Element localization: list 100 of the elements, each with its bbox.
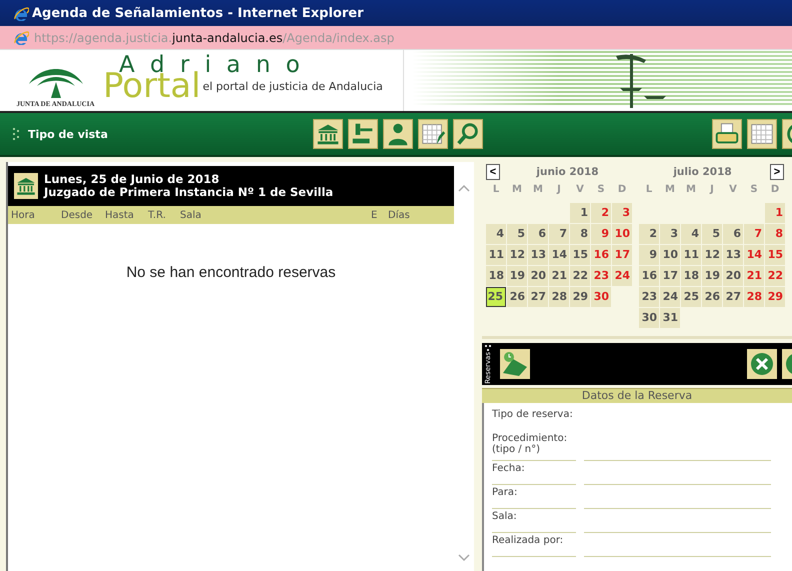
- calendar-day[interactable]: 1: [570, 203, 590, 223]
- calendar-day[interactable]: 29: [765, 287, 785, 307]
- calendar-edit-button[interactable]: [418, 119, 448, 149]
- calendar-day[interactable]: 18: [681, 266, 701, 286]
- calendar-day[interactable]: 5: [702, 224, 722, 244]
- calendar-day[interactable]: 8: [765, 224, 785, 244]
- calendar-day[interactable]: 28: [549, 287, 569, 307]
- calendar-day[interactable]: 19: [702, 266, 722, 286]
- calendar-day[interactable]: 27: [723, 287, 743, 307]
- field-label: Sala:: [492, 511, 518, 522]
- calendar-day[interactable]: 4: [486, 224, 506, 244]
- calendar-day[interactable]: 15: [570, 245, 590, 265]
- calendar-day[interactable]: 22: [570, 266, 590, 286]
- calendar-day[interactable]: 5: [507, 224, 527, 244]
- gavel-button[interactable]: [348, 119, 378, 149]
- window-title: Agenda de Señalamientos - Internet Explorer: [32, 6, 364, 20]
- weekday-label: M: [685, 183, 697, 197]
- column-header: Sala: [180, 210, 202, 220]
- calendar-day[interactable]: 30: [639, 308, 659, 328]
- previous-month-button[interactable]: <: [486, 164, 500, 180]
- weekday-label: L: [644, 183, 654, 197]
- calendar-day[interactable]: 30: [591, 287, 611, 307]
- ticket-icon: [500, 349, 530, 379]
- weekday-label: V: [728, 183, 738, 197]
- calendar-day[interactable]: 6: [723, 224, 743, 244]
- calendar-button[interactable]: [747, 119, 777, 149]
- calendar-day[interactable]: 4: [681, 224, 701, 244]
- calendar-day[interactable]: 27: [528, 287, 548, 307]
- next-month-button[interactable]: >: [770, 164, 784, 180]
- weekday-label: M: [532, 183, 544, 197]
- browser-icon: [14, 6, 29, 20]
- calendar-day[interactable]: 23: [639, 287, 659, 307]
- calendar-day[interactable]: 2: [591, 203, 611, 223]
- browser-icon: [14, 30, 29, 45]
- calendar-day[interactable]: 20: [528, 266, 548, 286]
- calendar-day[interactable]: 22: [765, 266, 785, 286]
- calendar-day[interactable]: 8: [570, 224, 590, 244]
- calendar-day[interactable]: 9: [591, 224, 611, 244]
- calendar-day[interactable]: 11: [681, 245, 701, 265]
- courthouse-button[interactable]: [313, 119, 343, 149]
- calendar-day[interactable]: 9: [639, 245, 659, 265]
- calendar-day[interactable]: 16: [591, 245, 611, 265]
- calendar-day[interactable]: 29: [570, 287, 590, 307]
- person-button[interactable]: [383, 119, 413, 149]
- calendar-day[interactable]: 3: [660, 224, 680, 244]
- calendar-day[interactable]: 24: [612, 266, 632, 286]
- calendar-day[interactable]: 20: [723, 266, 743, 286]
- calendar-day[interactable]: 2: [639, 224, 659, 244]
- calendar-day[interactable]: 13: [528, 245, 548, 265]
- calendar-day[interactable]: 14: [549, 245, 569, 265]
- calendar-day[interactable]: 6: [528, 224, 548, 244]
- weekday-label: S: [596, 183, 606, 197]
- column-header: Desde: [61, 210, 94, 220]
- calendar-day[interactable]: 14: [744, 245, 764, 265]
- calendar-day[interactable]: 26: [702, 287, 722, 307]
- calendar-day[interactable]: 1: [765, 203, 785, 223]
- calendar-day[interactable]: 17: [612, 245, 632, 265]
- field-label: Procedimiento:: [492, 433, 568, 444]
- column-header: Días: [388, 210, 411, 220]
- calendar-day[interactable]: 25: [486, 287, 506, 307]
- calendar-day[interactable]: 21: [744, 266, 764, 286]
- calendar-day[interactable]: 17: [660, 266, 680, 286]
- weekday-label: L: [492, 183, 500, 197]
- column-header: Hasta: [105, 210, 135, 220]
- tagline: el portal de justicia de Andalucia: [202, 80, 383, 95]
- weekday-label: M: [511, 183, 523, 197]
- calendar-day[interactable]: 28: [744, 287, 764, 307]
- calendar-day[interactable]: 16: [639, 266, 659, 286]
- calendar-day[interactable]: 11: [486, 245, 506, 265]
- ticket-button[interactable]: [500, 349, 530, 379]
- weekday-label: V: [575, 183, 585, 197]
- agenda-date: Lunes, 25 de Junio de 2018: [44, 173, 220, 186]
- calendar-day[interactable]: 26: [507, 287, 527, 307]
- chevron-up-icon[interactable]: [458, 184, 470, 192]
- field-label: Realizada por:: [492, 535, 564, 546]
- calendar-day[interactable]: 21: [549, 266, 569, 286]
- calendar-day[interactable]: 10: [660, 245, 680, 265]
- calendar-day[interactable]: 3: [612, 203, 632, 223]
- calendar-day[interactable]: 19: [507, 266, 527, 286]
- column-header: Hora: [11, 210, 36, 220]
- calendar-day[interactable]: 12: [702, 245, 722, 265]
- calendar-day[interactable]: 12: [507, 245, 527, 265]
- calendar-day[interactable]: 7: [744, 224, 764, 244]
- month-title: junio 2018: [535, 166, 600, 178]
- calendar-day[interactable]: 23: [591, 266, 611, 286]
- calendar-day[interactable]: 31: [660, 308, 680, 328]
- grip-icon: [13, 127, 19, 141]
- calendar-day[interactable]: 18: [486, 266, 506, 286]
- calendar-day[interactable]: 24: [660, 287, 680, 307]
- calendar-day[interactable]: 25: [681, 287, 701, 307]
- close-button[interactable]: [747, 349, 777, 379]
- printer-button[interactable]: [712, 119, 742, 149]
- view-type-label[interactable]: Tipo de vista: [28, 128, 208, 140]
- calendar-day[interactable]: 15: [765, 245, 785, 265]
- calendar-day[interactable]: 7: [549, 224, 569, 244]
- search-button[interactable]: [453, 119, 483, 149]
- chevron-down-icon[interactable]: [458, 554, 470, 562]
- calendar-day[interactable]: 10: [612, 224, 632, 244]
- weekday-label: D: [616, 183, 628, 197]
- calendar-day[interactable]: 13: [723, 245, 743, 265]
